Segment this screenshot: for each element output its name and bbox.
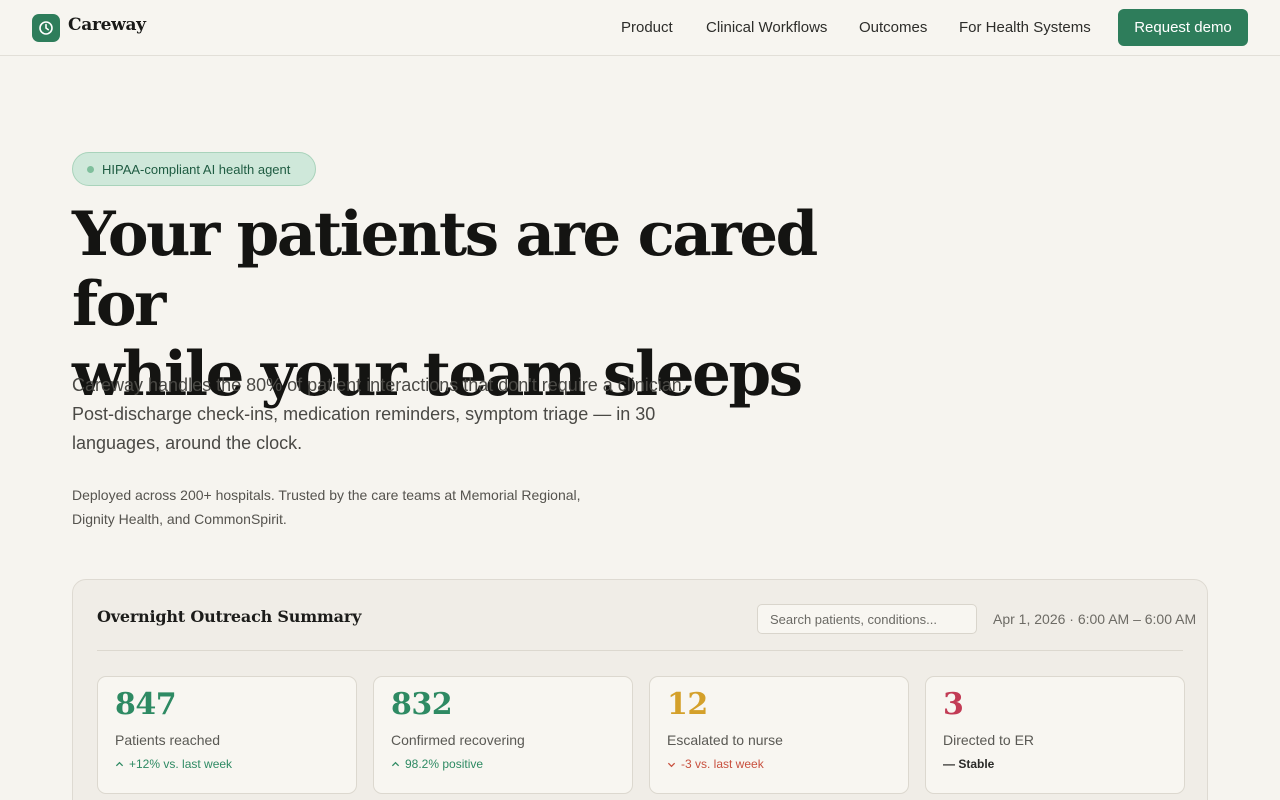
stat-card-directed-to-er: 3 Directed to ER — Stable [925, 676, 1185, 794]
nav-for-health-systems[interactable]: For Health Systems [959, 19, 1091, 36]
nav-outcomes[interactable]: Outcomes [859, 19, 927, 36]
hero-subtitle: Careway handles the 80% of patient inter… [72, 375, 687, 453]
panel-title: Overnight Outreach Summary [97, 607, 362, 626]
chevron-up-icon [391, 761, 400, 766]
stat-delta: 98.2% positive [391, 757, 483, 771]
stat-value: 12 [667, 687, 708, 722]
stat-delta: -3 vs. last week [667, 757, 764, 771]
stat-value: 3 [943, 687, 964, 722]
stat-delta-text: 98.2% positive [405, 757, 484, 771]
stat-label: Directed to ER [943, 732, 1035, 748]
hero-trust-text: Deployed across 200+ hospitals. Trusted … [72, 487, 581, 527]
stat-delta-text: — Stable [943, 757, 995, 771]
stat-label: Escalated to nurse [667, 732, 783, 748]
status-dot-icon [87, 165, 94, 173]
top-nav: Careway Product Clinical Workflows Outco… [0, 0, 1280, 56]
stat-label: Patients reached [115, 732, 221, 748]
nav-clinical-workflows[interactable]: Clinical Workflows [706, 19, 827, 36]
badge-label: HIPAA-compliant AI health agent [102, 161, 291, 177]
stat-value: 847 [115, 687, 177, 722]
search-input[interactable] [757, 604, 977, 634]
brand-name[interactable]: Careway [68, 15, 146, 35]
chevron-down-icon [667, 762, 676, 767]
stat-delta-text: +12% vs. last week [129, 757, 233, 771]
stat-delta: +12% vs. last week [115, 757, 232, 771]
date-range: Apr 1, 2026 · 6:00 AM – 6:00 AM [993, 611, 1197, 627]
stat-card-confirmed-recovering: 832 Confirmed recovering 98.2% positive [373, 676, 633, 794]
chevron-up-icon [115, 761, 124, 766]
nav-product[interactable]: Product [621, 19, 673, 36]
logo-icon[interactable] [32, 14, 60, 42]
stat-value: 832 [391, 687, 453, 722]
request-demo-button[interactable]: Request demo [1118, 9, 1248, 46]
stat-delta-text: -3 vs. last week [681, 757, 764, 771]
hero-title-line1: Your patients are cared for [72, 199, 818, 340]
stat-card-escalated-to-nurse: 12 Escalated to nurse -3 vs. last week [649, 676, 909, 794]
stat-label: Confirmed recovering [391, 732, 525, 748]
outreach-summary-panel: Overnight Outreach Summary Apr 1, 2026 ·… [72, 579, 1208, 800]
stat-card-patients-reached: 847 Patients reached +12% vs. last week [97, 676, 357, 794]
hipaa-badge: HIPAA-compliant AI health agent [72, 152, 316, 186]
divider [97, 650, 1183, 651]
stat-delta: — Stable [943, 757, 994, 771]
